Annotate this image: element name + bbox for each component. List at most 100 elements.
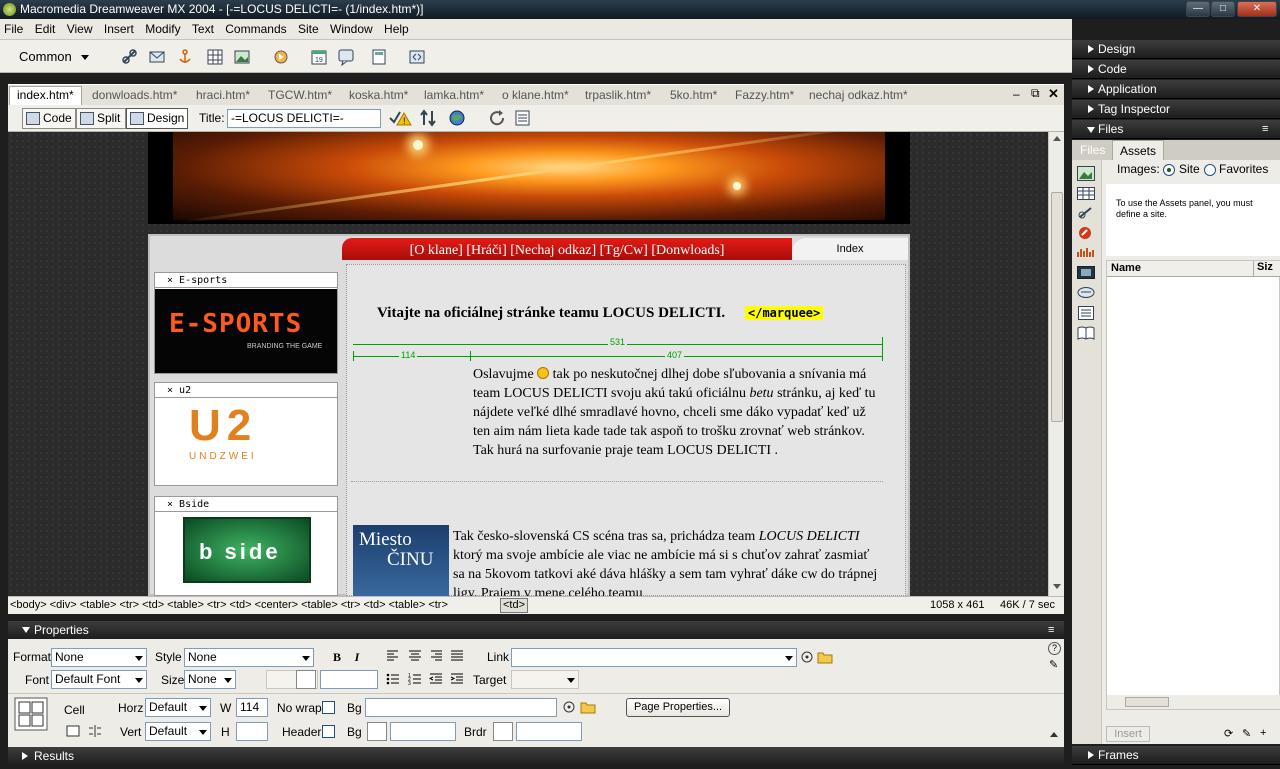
menu-window[interactable]: Window	[326, 19, 377, 36]
menu-view[interactable]: View	[63, 19, 97, 36]
design-view-button[interactable]: Design	[126, 108, 188, 129]
menu-modify[interactable]: Modify	[141, 19, 184, 36]
doc-minimize-button[interactable]: –	[1013, 87, 1020, 101]
border-color-input[interactable]	[516, 722, 582, 741]
menu-edit[interactable]: Edit	[31, 19, 60, 36]
scroll-up-icon[interactable]	[1053, 136, 1061, 141]
doc-restore-button[interactable]: ⧉	[1031, 86, 1040, 101]
u2-logo[interactable]: U2 UNDZWEI	[155, 399, 337, 469]
assets-hscrollbar[interactable]	[1107, 695, 1280, 709]
menu-site[interactable]: Site	[294, 19, 323, 36]
indent-icon[interactable]	[450, 672, 464, 686]
library-category-icon[interactable]	[1077, 326, 1095, 340]
tab-lamka[interactable]: lamka.htm*	[424, 88, 484, 102]
point-to-file-icon[interactable]	[800, 650, 814, 664]
image-icon[interactable]	[233, 48, 251, 66]
media-icon[interactable]	[272, 48, 290, 66]
guide-label-407[interactable]: 407	[665, 350, 685, 360]
design-view-canvas[interactable]: [O klane] [Hráči] [Nechaj odkaz] [Tg/Cw]…	[8, 132, 1048, 596]
file-management-icon[interactable]	[419, 109, 441, 127]
bg-color-picker[interactable]	[367, 722, 387, 741]
tab-fazzy[interactable]: Fazzy.htm*	[735, 88, 794, 102]
height-input[interactable]	[236, 722, 268, 741]
email-link-icon[interactable]	[148, 48, 166, 66]
outdent-icon[interactable]	[429, 672, 443, 686]
marquee-tag-marker[interactable]: </marquee>	[745, 306, 824, 320]
link-input[interactable]	[511, 648, 797, 667]
scroll-down-icon[interactable]	[1053, 584, 1061, 589]
text-color-picker[interactable]	[296, 670, 316, 689]
insert-asset-button[interactable]: Insert	[1106, 726, 1150, 742]
justify-icon[interactable]	[450, 649, 464, 663]
menu-file[interactable]: File	[0, 19, 27, 36]
table-icon[interactable]	[206, 48, 224, 66]
doc-close-button[interactable]: ✕	[1048, 86, 1059, 102]
align-left-icon[interactable]	[386, 649, 400, 663]
scripts-category-icon[interactable]	[1077, 286, 1095, 299]
bg-image-input[interactable]	[365, 698, 557, 717]
movies-category-icon[interactable]	[1077, 266, 1095, 279]
edit-icon[interactable]: ✎	[1242, 727, 1251, 740]
quick-tag-editor-icon[interactable]: ✎	[1049, 658, 1058, 671]
vert-select[interactable]: Default	[145, 722, 211, 741]
ordered-list-icon[interactable]: 123	[408, 672, 422, 686]
favorites-radio[interactable]	[1204, 164, 1216, 176]
tab-trpaslik[interactable]: trpaslik.htm*	[585, 88, 651, 102]
maximize-button[interactable]: □	[1211, 1, 1235, 17]
code-view-button[interactable]: Code	[22, 108, 76, 129]
scrollbar-thumb[interactable]	[1051, 192, 1063, 422]
esports-logo[interactable]: E-SPORTS BRANDING THE GAME	[155, 289, 337, 373]
tag-chooser-icon[interactable]	[408, 48, 426, 66]
assets-list[interactable]: Name Siz	[1106, 260, 1280, 710]
font-select[interactable]: Default Font	[51, 670, 147, 689]
vertical-scrollbar[interactable]	[1048, 132, 1064, 596]
properties-panel-header[interactable]: Properties ≡	[8, 621, 1064, 639]
refresh-icon[interactable]: ⟳	[1224, 727, 1233, 740]
page-properties-button[interactable]: Page Properties...	[626, 698, 730, 717]
menu-text[interactable]: Text	[188, 19, 218, 36]
title-input[interactable]: -=LOCUS DELICTI=-	[227, 109, 381, 128]
tab-tgcw[interactable]: TGCW.htm*	[268, 88, 332, 102]
browse-folder-icon[interactable]	[817, 650, 833, 664]
guide-label-531[interactable]: 531	[608, 337, 628, 347]
tab-o-klane[interactable]: o klane.htm*	[502, 88, 569, 102]
tag-inspector-panel-header[interactable]: Tag Inspector	[1072, 100, 1280, 119]
preview-browser-icon[interactable]	[448, 109, 470, 127]
frames-panel-header[interactable]: Frames	[1072, 746, 1280, 765]
name-column-header[interactable]: Name	[1111, 262, 1141, 274]
split-view-button[interactable]: Split	[76, 108, 126, 129]
browse-folder-icon[interactable]	[580, 700, 596, 714]
bg-color-input[interactable]	[390, 722, 456, 741]
application-panel-header[interactable]: Application	[1072, 80, 1280, 99]
bside-logo[interactable]: b side	[183, 517, 311, 583]
minimize-button[interactable]: —	[1186, 1, 1210, 17]
tab-nechaj-odkaz[interactable]: nechaj odkaz.htm*	[809, 88, 908, 102]
browser-check-icon[interactable]: !	[388, 109, 412, 127]
index-tab[interactable]: Index	[792, 238, 908, 260]
collapse-properties-icon[interactable]	[1050, 732, 1058, 737]
bold-button[interactable]: B	[328, 648, 346, 666]
colors-category-icon[interactable]	[1077, 187, 1095, 200]
tab-hraci[interactable]: hraci.htm*	[196, 88, 250, 102]
current-tag[interactable]: <td>	[500, 598, 529, 613]
align-right-icon[interactable]	[429, 649, 443, 663]
split-cells-icon[interactable]	[88, 724, 102, 738]
size-select[interactable]: None	[184, 670, 236, 689]
horz-select[interactable]: Default	[145, 698, 211, 717]
insert-category-dropdown[interactable]: Common	[19, 49, 90, 64]
tab-donwloads[interactable]: donwloads.htm*	[92, 88, 177, 102]
hyperlink-icon[interactable]	[121, 48, 139, 66]
images-category-icon[interactable]	[1077, 166, 1095, 181]
window-size[interactable]: 1058 x 461	[930, 597, 984, 614]
templates-category-icon[interactable]	[1078, 306, 1094, 320]
panel-options-icon[interactable]: ≡	[1048, 621, 1054, 639]
tab-5ko[interactable]: 5ko.htm*	[670, 88, 717, 102]
miesto-cinu-image[interactable]: Miesto ČINU	[353, 525, 449, 596]
code-panel-header[interactable]: Code	[1072, 60, 1280, 79]
unordered-list-icon[interactable]	[386, 672, 400, 686]
tab-koska[interactable]: koska.htm*	[349, 88, 408, 102]
named-anchor-icon[interactable]	[176, 48, 194, 66]
width-input[interactable]: 114	[236, 698, 268, 717]
tab-files[interactable]: Files	[1080, 143, 1105, 157]
align-center-icon[interactable]	[408, 649, 422, 663]
